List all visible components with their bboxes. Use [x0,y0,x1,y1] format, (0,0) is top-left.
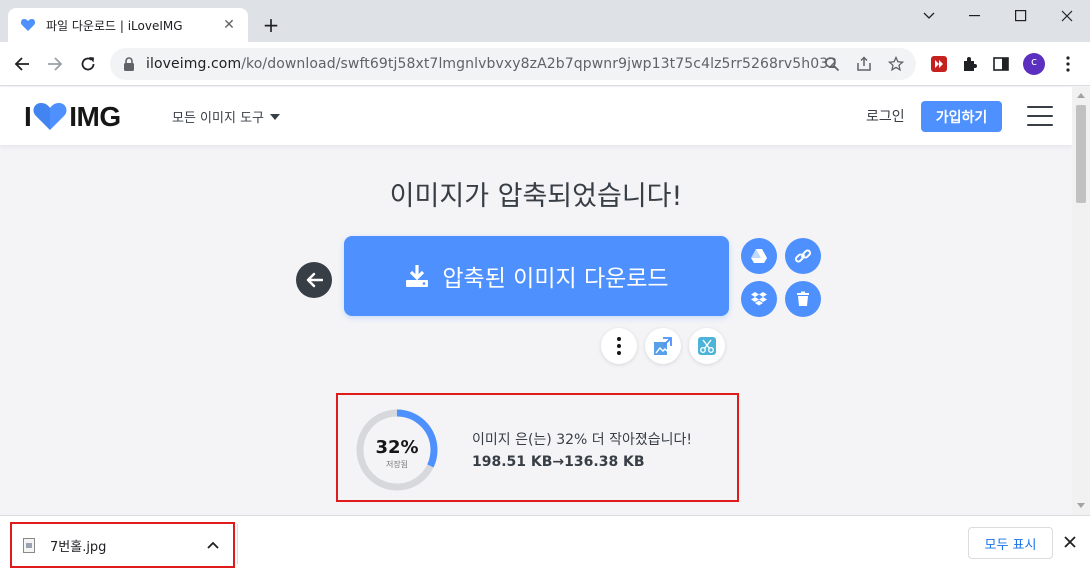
size-comparison: 198.51 KB→136.38 KB [472,454,645,470]
dropbox-icon[interactable] [741,281,777,317]
logo-left-text: I [24,101,32,132]
iloveimg-logo[interactable]: I IMG [24,101,121,132]
side-panel-icon[interactable] [989,52,1013,76]
image-file-icon [23,537,35,553]
result-message: 이미지 은(는) 32% 더 작아졌습니다! [472,432,693,448]
share-icon[interactable] [852,52,876,76]
tab-title: 파일 다운로드 | iLoveIMG [46,18,183,33]
heart-logo-icon [33,103,67,130]
download-compressed-button[interactable]: 압축된 이미지 다운로드 [344,236,729,316]
tab-close-icon[interactable]: ✕ [220,16,238,34]
login-link[interactable]: 로그인 [866,106,905,126]
size-arrow: → [552,454,565,470]
caret-down-icon [270,113,280,120]
arrow-left-icon [306,272,323,288]
page-scrollbar[interactable] [1072,87,1090,515]
shelf-divider [237,524,238,564]
url-path: /ko/download/swft69tj58xt7lmgnlvbvxy8zA2… [241,56,836,72]
logo-right-text: IMG [69,101,121,132]
back-arrow-icon[interactable] [8,50,36,78]
new-tab-button[interactable]: + [258,12,284,38]
profile-avatar[interactable]: c [1022,52,1046,76]
chevron-down-icon[interactable] [906,0,952,32]
site-header: I IMG 모든 이미지 도구 로그인 가입하기 [0,87,1072,145]
chevron-up-icon[interactable] [201,541,225,549]
star-icon[interactable] [884,52,908,76]
size-after: 136.38 KB [564,454,645,470]
savings-caption: 저장됨 [385,460,409,469]
trash-icon[interactable] [785,281,821,317]
more-options-icon[interactable] [601,328,637,364]
close-shelf-icon[interactable] [1062,534,1078,550]
search-icon[interactable] [820,52,844,76]
maximize-icon[interactable] [998,0,1044,32]
hamburger-menu-icon[interactable] [1027,106,1053,126]
reload-icon[interactable] [74,50,102,78]
address-bar[interactable]: iloveimg.com/ko/download/swft69tj58xt7lm… [110,48,916,80]
google-drive-icon[interactable] [741,238,777,274]
scroll-down-arrow-icon[interactable] [1077,503,1085,508]
resize-image-icon[interactable] [645,328,681,364]
minimize-icon[interactable] [952,0,998,32]
download-icon [406,265,429,287]
scroll-up-arrow-icon[interactable] [1077,93,1085,98]
download-file-name: 7번홀.jpg [50,539,107,555]
download-item[interactable]: 7번홀.jpg [10,522,235,568]
show-all-downloads-button[interactable]: 모두 표시 [968,527,1053,559]
all-tools-dropdown[interactable]: 모든 이미지 도구 [172,107,280,126]
savings-percent: 32% [375,437,419,458]
scroll-thumb[interactable] [1076,105,1086,203]
browser-tab-bar: 파일 다운로드 | iLoveIMG ✕ + [0,0,1090,42]
crop-scissors-icon[interactable] [689,328,725,364]
url-text: iloveimg.com/ko/download/swft69tj58xt7lm… [146,56,836,72]
browser-toolbar: iloveimg.com/ko/download/swft69tj58xt7lm… [0,42,1090,86]
download-shelf: 7번홀.jpg 모두 표시 [0,515,1090,572]
close-window-icon[interactable] [1044,0,1090,32]
page-title: 이미지가 압축되었습니다! [389,181,683,212]
more-menu-icon[interactable] [1056,52,1080,76]
heart-favicon-icon [20,17,36,33]
size-before: 198.51 KB [472,454,553,470]
tools-menu-label: 모든 이미지 도구 [172,111,264,126]
forward-arrow-icon[interactable] [41,50,69,78]
puzzle-extensions-icon[interactable] [958,52,982,76]
signup-button[interactable]: 가입하기 [921,101,1002,132]
compression-result-panel: 32% 저장됨 이미지 은(는) 32% 더 작아졌습니다! 198.51 KB… [336,393,739,502]
link-icon[interactable] [785,238,821,274]
back-button[interactable] [296,262,332,298]
lock-icon[interactable] [120,55,138,73]
url-host: iloveimg.com [146,56,242,72]
download-label: 압축된 이미지 다운로드 [442,266,669,292]
extension-media-icon[interactable] [927,52,951,76]
browser-tab[interactable]: 파일 다운로드 | iLoveIMG ✕ [8,8,248,42]
profile-initial: c [1030,55,1038,68]
